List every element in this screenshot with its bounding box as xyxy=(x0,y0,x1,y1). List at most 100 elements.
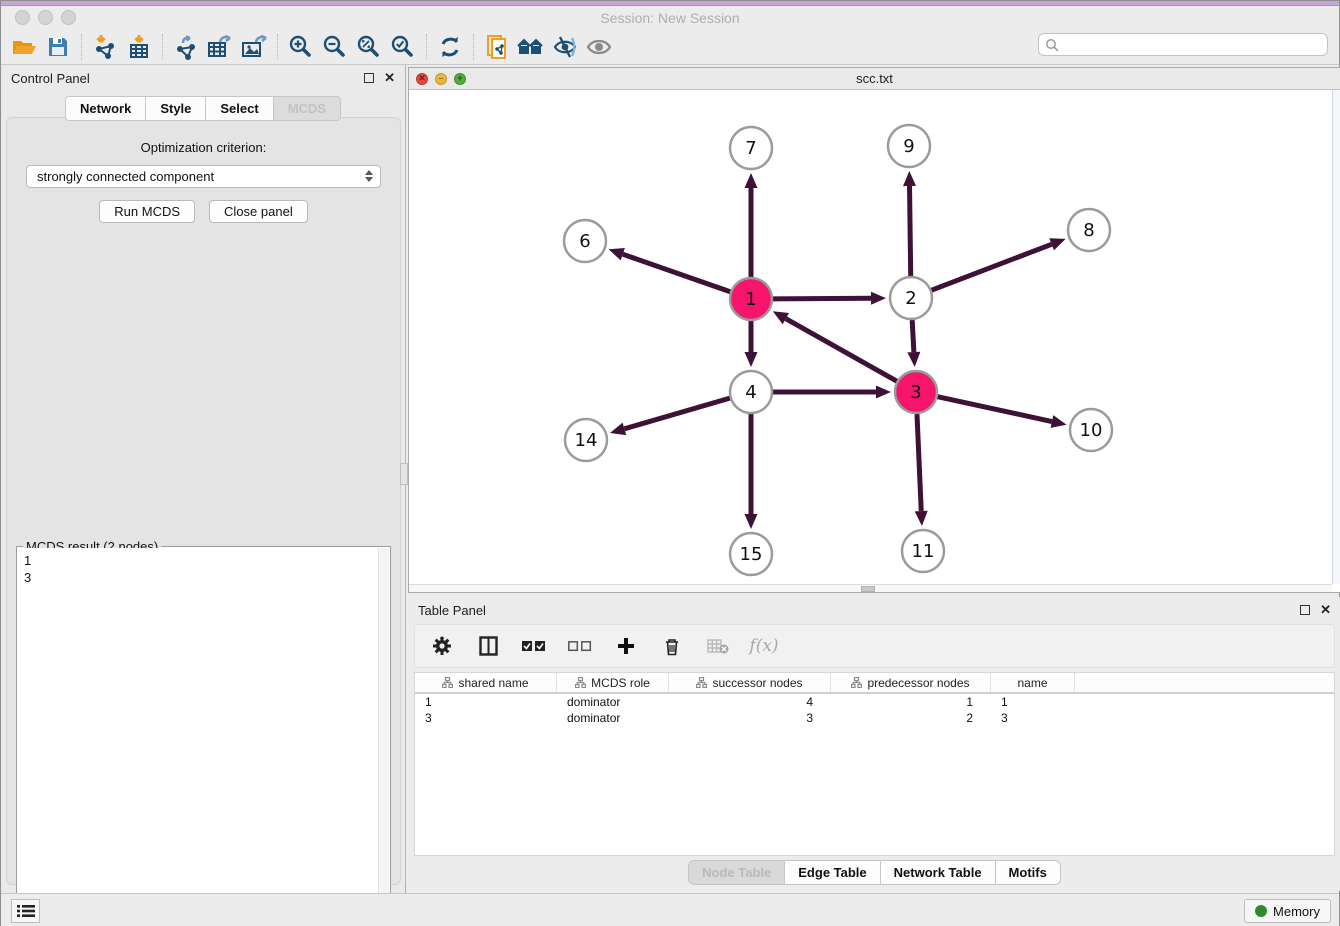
float-table-panel-icon[interactable] xyxy=(1300,605,1310,615)
memory-button[interactable]: Memory xyxy=(1244,899,1331,923)
network-horizontal-scrollbar[interactable] xyxy=(409,584,1332,592)
column-hierarchy-icon xyxy=(696,677,707,688)
close-panel-button[interactable]: Close panel xyxy=(209,200,308,223)
table-cell: dominator xyxy=(557,710,669,726)
graph-edge-1-6[interactable] xyxy=(623,254,730,292)
list-icon xyxy=(17,904,35,918)
graph-node-label: 8 xyxy=(1083,220,1094,241)
import-network-icon[interactable] xyxy=(88,32,122,62)
tab-style[interactable]: Style xyxy=(146,96,206,121)
control-panel-tabs: NetworkStyleSelectMCDS xyxy=(1,96,405,121)
show-column-icon[interactable] xyxy=(475,633,501,659)
unselect-all-columns-icon[interactable] xyxy=(567,633,593,659)
delete-table-icon[interactable] xyxy=(705,633,731,659)
open-session-icon[interactable] xyxy=(7,32,41,62)
graph-edge-arrowhead xyxy=(871,292,886,305)
show-all-networks-icon[interactable] xyxy=(514,32,548,62)
criterion-select[interactable]: strongly connected component xyxy=(26,165,381,188)
graph-node-label: 6 xyxy=(579,231,590,252)
select-all-columns-icon[interactable] xyxy=(521,633,547,659)
table-panel: Table Panel ✕ xyxy=(408,597,1340,891)
column-header-shared-name[interactable]: shared name xyxy=(415,673,557,692)
tab-edge-table[interactable]: Edge Table xyxy=(785,860,880,885)
graph-node-label: 2 xyxy=(905,288,916,309)
graph-edge-4-14[interactable] xyxy=(624,398,729,429)
select-stepper-icon xyxy=(365,170,373,182)
graph-edge-arrowhead xyxy=(610,423,626,435)
import-table-icon[interactable] xyxy=(122,32,156,62)
export-image-icon[interactable] xyxy=(237,32,271,62)
export-network-icon[interactable] xyxy=(169,32,203,62)
column-header-label: name xyxy=(1017,676,1047,690)
tab-node-table[interactable]: Node Table xyxy=(688,860,785,885)
table-cell: 1 xyxy=(415,694,557,710)
main-toolbar xyxy=(1,29,1339,65)
delete-column-icon[interactable] xyxy=(659,633,685,659)
status-bar: Memory xyxy=(1,893,1339,926)
network-vertical-scrollbar[interactable] xyxy=(1332,90,1340,584)
column-header-predecessor-nodes[interactable]: predecessor nodes xyxy=(831,673,991,692)
graph-node-label: 9 xyxy=(903,136,914,157)
task-history-button[interactable] xyxy=(11,899,40,923)
table-panel-title: Table Panel xyxy=(418,603,486,618)
export-table-icon[interactable] xyxy=(203,32,237,62)
column-header-label: shared name xyxy=(458,676,528,690)
graph-edge-1-2[interactable] xyxy=(773,298,871,299)
zoom-fit-icon[interactable] xyxy=(352,32,386,62)
table-tabs: Node TableEdge TableNetwork TableMotifs xyxy=(408,860,1340,885)
copy-network-icon[interactable] xyxy=(480,32,514,62)
apply-function-icon[interactable]: f(x) xyxy=(751,633,777,659)
tab-network-table[interactable]: Network Table xyxy=(881,860,996,885)
graph-edge-arrowhead xyxy=(745,352,758,367)
network-graph-canvas[interactable]: 7968124314101511 xyxy=(409,90,1340,592)
graph-edge-3-11[interactable] xyxy=(917,414,921,511)
zoom-out-icon[interactable] xyxy=(318,32,352,62)
refresh-icon[interactable] xyxy=(433,32,467,62)
table-row[interactable]: 3dominator323 xyxy=(415,710,1334,726)
toolbar-separator xyxy=(162,34,163,60)
scrollbar-thumb[interactable] xyxy=(861,586,875,592)
run-mcds-button[interactable]: Run MCDS xyxy=(99,200,195,223)
search-box[interactable] xyxy=(1038,33,1328,56)
close-panel-icon[interactable]: ✕ xyxy=(384,70,395,86)
application-window: Session: New Session xyxy=(0,0,1340,926)
graph-edge-arrowhead xyxy=(1049,238,1065,250)
network-window-title: scc.txt xyxy=(409,71,1340,86)
graph-edge-arrowhead xyxy=(1051,415,1067,428)
table-row[interactable]: 1dominator411 xyxy=(415,694,1334,710)
zoom-selected-icon[interactable] xyxy=(386,32,420,62)
column-header-name[interactable]: name xyxy=(991,673,1075,692)
toolbar-separator xyxy=(426,34,427,60)
create-column-icon[interactable] xyxy=(613,633,639,659)
column-header-successor-nodes[interactable]: successor nodes xyxy=(669,673,831,692)
network-window-titlebar[interactable]: ✕ – + scc.txt xyxy=(409,68,1340,90)
graph-edge-arrowhead xyxy=(915,511,928,526)
toggle-bird-view-icon[interactable] xyxy=(582,32,616,62)
tab-select[interactable]: Select xyxy=(206,96,273,121)
column-header-MCDS-role[interactable]: MCDS role xyxy=(557,673,669,692)
graph-edge-2-8[interactable] xyxy=(932,244,1052,290)
zoom-in-icon[interactable] xyxy=(284,32,318,62)
tab-mcds[interactable]: MCDS xyxy=(274,96,341,121)
mcds-panel: Optimization criterion: strongly connect… xyxy=(6,117,401,885)
tab-motifs[interactable]: Motifs xyxy=(996,860,1061,885)
float-panel-icon[interactable] xyxy=(364,73,374,83)
search-input[interactable] xyxy=(1059,38,1327,52)
graph-edge-3-1[interactable] xyxy=(786,319,897,382)
save-session-icon[interactable] xyxy=(41,32,75,62)
table-settings-gear-icon[interactable] xyxy=(429,633,455,659)
graph-edge-3-10[interactable] xyxy=(937,397,1051,422)
table-header-row: shared name MCDS role successor nodes prede… xyxy=(415,673,1334,694)
toggle-graphics-details-icon[interactable] xyxy=(548,32,582,62)
column-hierarchy-icon xyxy=(575,677,586,688)
result-scrollbar[interactable] xyxy=(378,548,389,925)
memory-label: Memory xyxy=(1273,904,1320,919)
column-header-label: successor nodes xyxy=(712,676,802,690)
tab-network[interactable]: Network xyxy=(65,96,146,121)
graph-edge-2-3[interactable] xyxy=(912,320,914,352)
close-table-panel-icon[interactable]: ✕ xyxy=(1320,602,1331,618)
graph-edge-2-9[interactable] xyxy=(910,186,911,276)
panel-splitter-handle[interactable] xyxy=(400,463,408,485)
column-header-label: MCDS role xyxy=(591,676,650,690)
graph-node-label: 7 xyxy=(745,138,756,159)
